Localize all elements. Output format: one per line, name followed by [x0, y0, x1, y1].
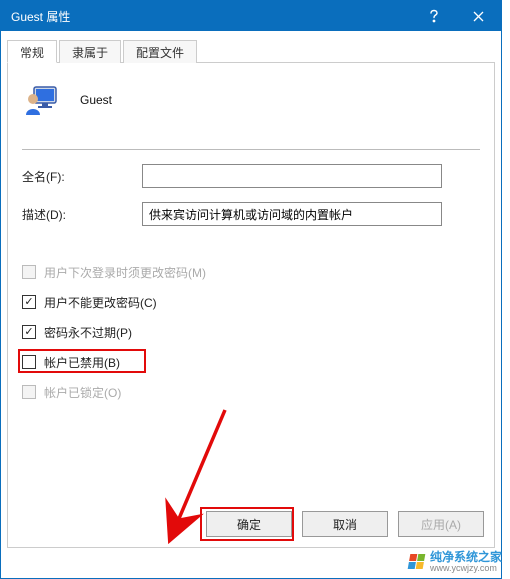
checkbox-row-never-expire[interactable]: 密码永不过期(P) [22, 322, 480, 342]
checkbox-never-expire[interactable] [22, 325, 36, 339]
description-label: 描述(D): [22, 206, 142, 223]
checkbox-locked [22, 385, 36, 399]
fullname-input[interactable] [142, 164, 442, 188]
checkbox-locked-label: 帐户已锁定(O) [44, 384, 121, 401]
tab-strip: 常规 隶属于 配置文件 [7, 39, 495, 63]
fullname-label: 全名(F): [22, 168, 142, 185]
tab-memberof[interactable]: 隶属于 [59, 40, 121, 63]
window-title: Guest 属性 [11, 8, 411, 25]
user-icon [22, 81, 60, 119]
checkbox-account-disabled[interactable] [22, 355, 36, 369]
ok-button[interactable]: 确定 [206, 511, 292, 537]
description-input[interactable] [142, 202, 442, 226]
checkbox-never-expire-label: 密码永不过期(P) [44, 324, 132, 341]
tab-profile[interactable]: 配置文件 [123, 40, 197, 63]
checkbox-cannot-change[interactable] [22, 295, 36, 309]
user-header: Guest [22, 81, 480, 119]
help-button[interactable] [411, 1, 456, 31]
apply-button[interactable]: 应用(A) [398, 511, 484, 537]
close-button[interactable] [456, 1, 501, 31]
checkbox-cannot-change-label: 用户不能更改密码(C) [44, 294, 157, 311]
checkbox-must-change-label: 用户下次登录时须更改密码(M) [44, 264, 206, 281]
checkbox-row-cannot-change[interactable]: 用户不能更改密码(C) [22, 292, 480, 312]
checkbox-row-account-disabled[interactable]: 帐户已禁用(B) [22, 352, 480, 372]
properties-dialog: Guest 属性 常规 隶属于 配置文件 [0, 0, 502, 579]
tab-panel-general: Guest 全名(F): 描述(D): 用户下次登录时须更改密码(M) 用户不能… [7, 63, 495, 548]
tab-general[interactable]: 常规 [7, 40, 57, 63]
username: Guest [80, 93, 112, 107]
dialog-buttons: 确定 取消 应用(A) [206, 511, 484, 537]
checkbox-row-must-change: 用户下次登录时须更改密码(M) [22, 262, 480, 282]
checkbox-must-change [22, 265, 36, 279]
checkbox-row-locked: 帐户已锁定(O) [22, 382, 480, 402]
checkbox-account-disabled-label: 帐户已禁用(B) [44, 354, 120, 371]
divider [22, 149, 480, 150]
titlebar: Guest 属性 [1, 1, 501, 31]
cancel-button[interactable]: 取消 [302, 511, 388, 537]
